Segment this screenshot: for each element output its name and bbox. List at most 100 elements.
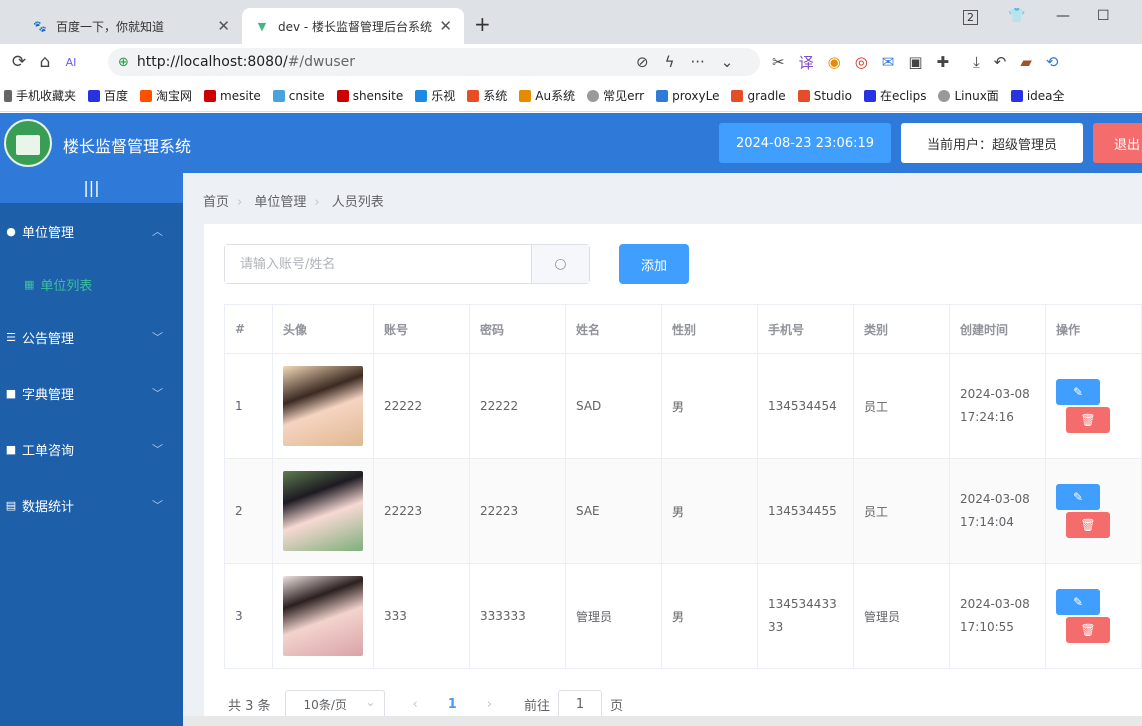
cell-gender: 男 (661, 458, 758, 564)
search-button[interactable]: ○ (531, 245, 589, 283)
cell-avatar (272, 458, 374, 564)
add-button[interactable]: 添加 (619, 244, 689, 284)
column-header: 密码 (469, 304, 566, 354)
phone-icon (4, 89, 12, 102)
collapse-toggle[interactable]: ||| (0, 173, 183, 203)
close-icon[interactable]: ✕ (439, 17, 452, 35)
cell-index: 2 (224, 458, 273, 564)
weibo-icon[interactable]: ◎ (855, 53, 868, 71)
next-page-icon[interactable]: › (487, 697, 492, 712)
scissors-icon[interactable]: ✂ (772, 53, 785, 71)
game-icon[interactable]: ◉ (828, 53, 841, 71)
prev-page-icon[interactable]: ‹ (413, 697, 418, 712)
sync-icon[interactable]: ⟲ (1046, 53, 1059, 71)
minimize-icon[interactable]: — (1056, 8, 1070, 24)
lightning-icon[interactable]: ϟ (665, 53, 675, 71)
compass-icon[interactable]: ⊘ (636, 53, 649, 71)
bookmark-item[interactable]: 淘宝网 (140, 87, 192, 104)
close-icon[interactable]: ✕ (217, 17, 230, 35)
edit-button[interactable]: ✎ (1056, 484, 1100, 510)
pencil-icon: ✎ (1072, 595, 1084, 609)
globe-icon (587, 89, 600, 102)
sidebar-item-statistics[interactable]: ▤ 数据统计 ﹀ (0, 477, 183, 533)
bookmark-item[interactable]: 乐视 (415, 87, 455, 104)
horizontal-scrollbar[interactable] (183, 716, 1142, 726)
app-title: 楼长监督管理系统 (63, 137, 192, 156)
delete-button[interactable]: 🗑 (1066, 407, 1110, 433)
edit-button[interactable]: ✎ (1056, 589, 1100, 615)
bookmark-item[interactable]: 常见err (587, 87, 644, 104)
bookmark-item[interactable]: idea全 (1010, 87, 1065, 104)
edit-button[interactable]: ✎ (1056, 379, 1100, 405)
mail-icon[interactable]: ✉ (882, 53, 895, 71)
bookmark-icon (519, 89, 532, 102)
cell-index: 1 (224, 353, 273, 459)
tab-title: dev - 楼长监督管理后台系统 (278, 19, 433, 34)
breadcrumb-home[interactable]: 首页 (203, 195, 229, 210)
sidebar-item-ticket[interactable]: ■ 工单咨询 ﹀ (0, 421, 183, 477)
briefcase-icon[interactable]: ▰ (1020, 53, 1032, 71)
bookmark-icon (272, 89, 285, 102)
current-user: 当前用户：超级管理员 (901, 123, 1083, 163)
sidebar-subitem-unit-list[interactable]: ▦ 单位列表 (0, 259, 183, 309)
cell-account: 333 (373, 563, 470, 669)
bookmark-item[interactable]: shensite (336, 89, 403, 103)
browser-tab-baidu[interactable]: 🐾 百度一下，你就知道 ✕ (20, 8, 242, 44)
sidebar-item-unit[interactable]: ● 单位管理 ︿ (0, 203, 183, 259)
delete-button[interactable]: 🗑 (1066, 617, 1110, 643)
home-icon[interactable]: ⌂ (32, 52, 58, 72)
baidu-icon (863, 89, 876, 102)
bookmark-item[interactable]: proxyLe (656, 89, 719, 103)
goto-page-input[interactable]: 1 (558, 690, 603, 718)
bookmark-item[interactable]: mesite (204, 89, 261, 103)
chevron-down-icon: ﹀ (152, 443, 163, 456)
page-size-select[interactable]: 10条/页 (284, 690, 385, 718)
cell-phone: 134534454 (757, 353, 854, 459)
puzzle-icon[interactable]: ✚ (937, 53, 950, 71)
search-input[interactable] (225, 245, 531, 283)
sidebar-item-notice[interactable]: ☰ 公告管理 ﹀ (0, 309, 183, 365)
main-content: 首页› 单位管理› 人员列表 ○ 添加 # 头像 账号 密码 姓名 性别 手机号 (183, 173, 1142, 726)
bookmark-item[interactable]: Au系统 (519, 87, 575, 104)
avatar[interactable] (283, 366, 363, 446)
browser-tab-dev[interactable]: ▼ dev - 楼长监督管理后台系统 ✕ (242, 8, 464, 44)
cell-password: 333333 (469, 563, 566, 669)
browser-tab-bar: 🐾 百度一下，你就知道 ✕ ▼ dev - 楼长监督管理后台系统 ✕ + 2 👕… (0, 0, 1142, 44)
shirt-icon[interactable]: 👕 (1008, 8, 1025, 24)
avatar[interactable] (283, 576, 363, 656)
more-icon[interactable]: ··· (690, 53, 704, 71)
app-header: 楼长监督管理系统 2024-08-23 23:06:19 当前用户：超级管理员 … (0, 113, 1142, 173)
reader-icon[interactable]: ▣ (908, 53, 922, 71)
bookmark-item[interactable]: cnsite (272, 89, 325, 103)
goto-label: 前往 (524, 698, 551, 714)
url-host: http://localhost:8080/ (136, 54, 288, 70)
submenu-label: 单位列表 (40, 278, 93, 294)
logout-button[interactable]: 退出 (1093, 123, 1142, 163)
sidebar-item-dictionary[interactable]: ■ 字典管理 ﹀ (0, 365, 183, 421)
bookmark-item[interactable]: Studio (797, 89, 852, 103)
lock-icon: ■ (5, 442, 17, 456)
undo-icon[interactable]: ↶ (994, 53, 1007, 71)
page-number-current[interactable]: 1 (448, 697, 457, 712)
bookmark-item[interactable]: 在eclips (863, 87, 926, 104)
avatar[interactable] (283, 471, 363, 551)
ai-icon[interactable]: AI (58, 56, 84, 69)
maximize-icon[interactable]: ☐ (1097, 8, 1110, 24)
breadcrumb-unit[interactable]: 单位管理 (254, 195, 306, 210)
cell-actions: ✎ 🗑 (1045, 563, 1142, 669)
delete-button[interactable]: 🗑 (1066, 512, 1110, 538)
download-icon[interactable]: ⤓ (973, 53, 980, 71)
bookmark-item[interactable]: 系统 (467, 87, 507, 104)
bookmark-item[interactable]: Linux面 (938, 87, 999, 104)
column-header: 类别 (853, 304, 950, 354)
tab-count-badge[interactable]: 2 (963, 10, 978, 25)
bookmark-item[interactable]: 百度 (88, 87, 128, 104)
translate-icon[interactable]: 译 (799, 52, 814, 73)
cell-name: SAD (565, 353, 662, 459)
bookmarks-bar: 手机收藏夹 百度 淘宝网 mesite cnsite shensite 乐视 系… (0, 80, 1142, 112)
bookmark-item[interactable]: 手机收藏夹 (4, 87, 76, 104)
chevron-down-icon[interactable]: ⌄ (721, 53, 734, 71)
reload-icon[interactable]: ⟳ (6, 52, 32, 72)
new-tab-icon[interactable]: + (474, 12, 491, 36)
bookmark-item[interactable]: gradle (731, 89, 786, 103)
